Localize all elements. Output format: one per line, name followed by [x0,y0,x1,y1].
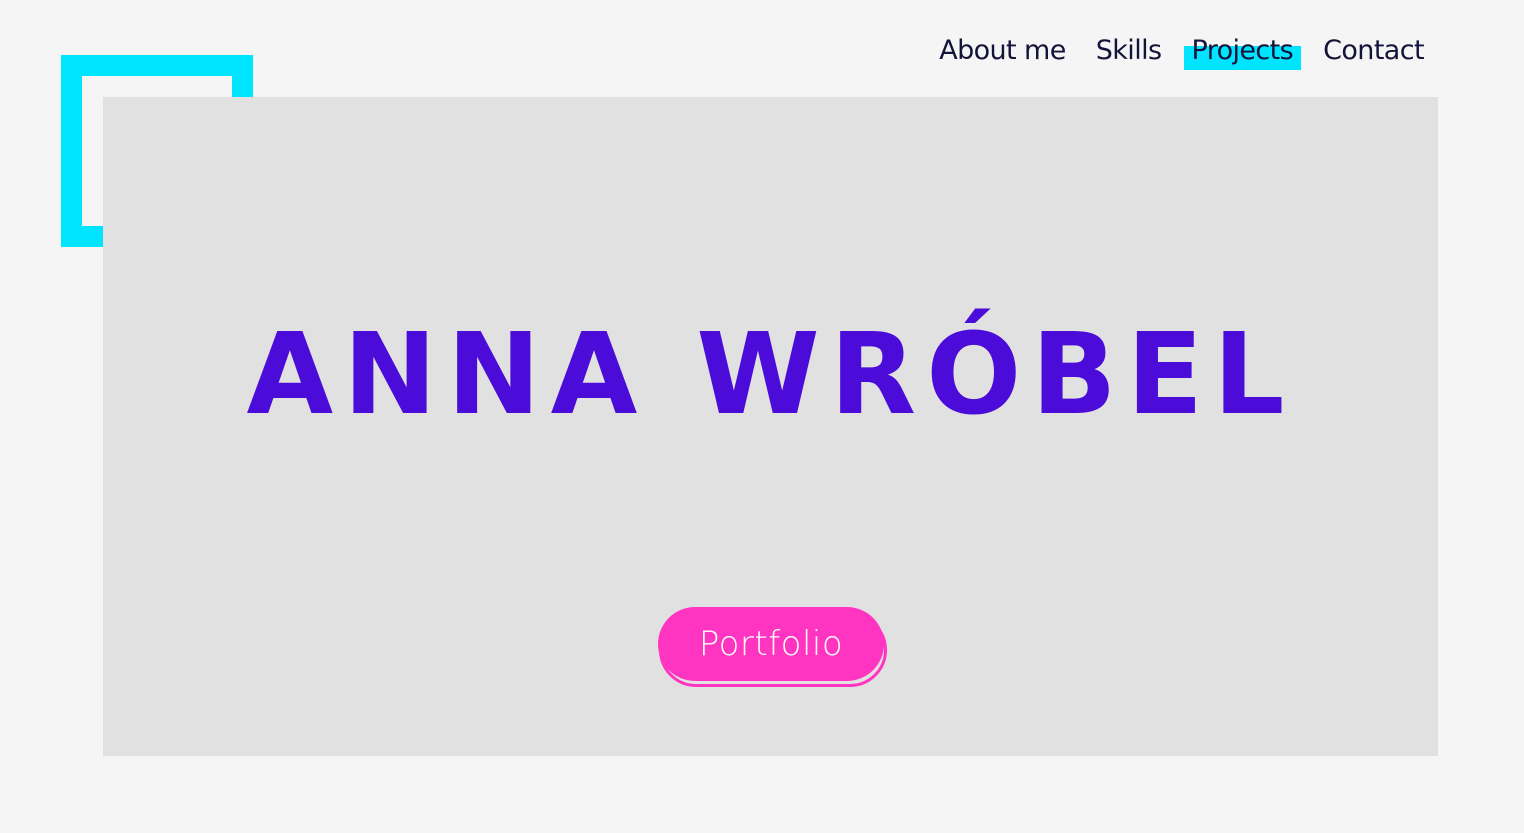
hero-panel: ANNA WRÓBEL Portfolio [103,97,1438,756]
nav-label: About me [939,35,1066,66]
nav-item-projects[interactable]: Projects [1184,32,1302,70]
nav-label: Contact [1323,35,1424,66]
page: About me Skills Projects Contact ANNA WR… [0,0,1524,833]
nav-label: Skills [1095,35,1162,66]
nav-item-about-me[interactable]: About me [932,32,1073,70]
nav-label: Projects [1191,35,1294,66]
main-nav: About me Skills Projects Contact [916,32,1431,70]
hero-title: ANNA WRÓBEL [246,310,1295,440]
portfolio-button-wrapper: Portfolio [658,607,890,691]
nav-item-contact[interactable]: Contact [1316,32,1431,70]
portfolio-button[interactable]: Portfolio [658,607,884,681]
nav-item-skills[interactable]: Skills [1089,32,1169,70]
